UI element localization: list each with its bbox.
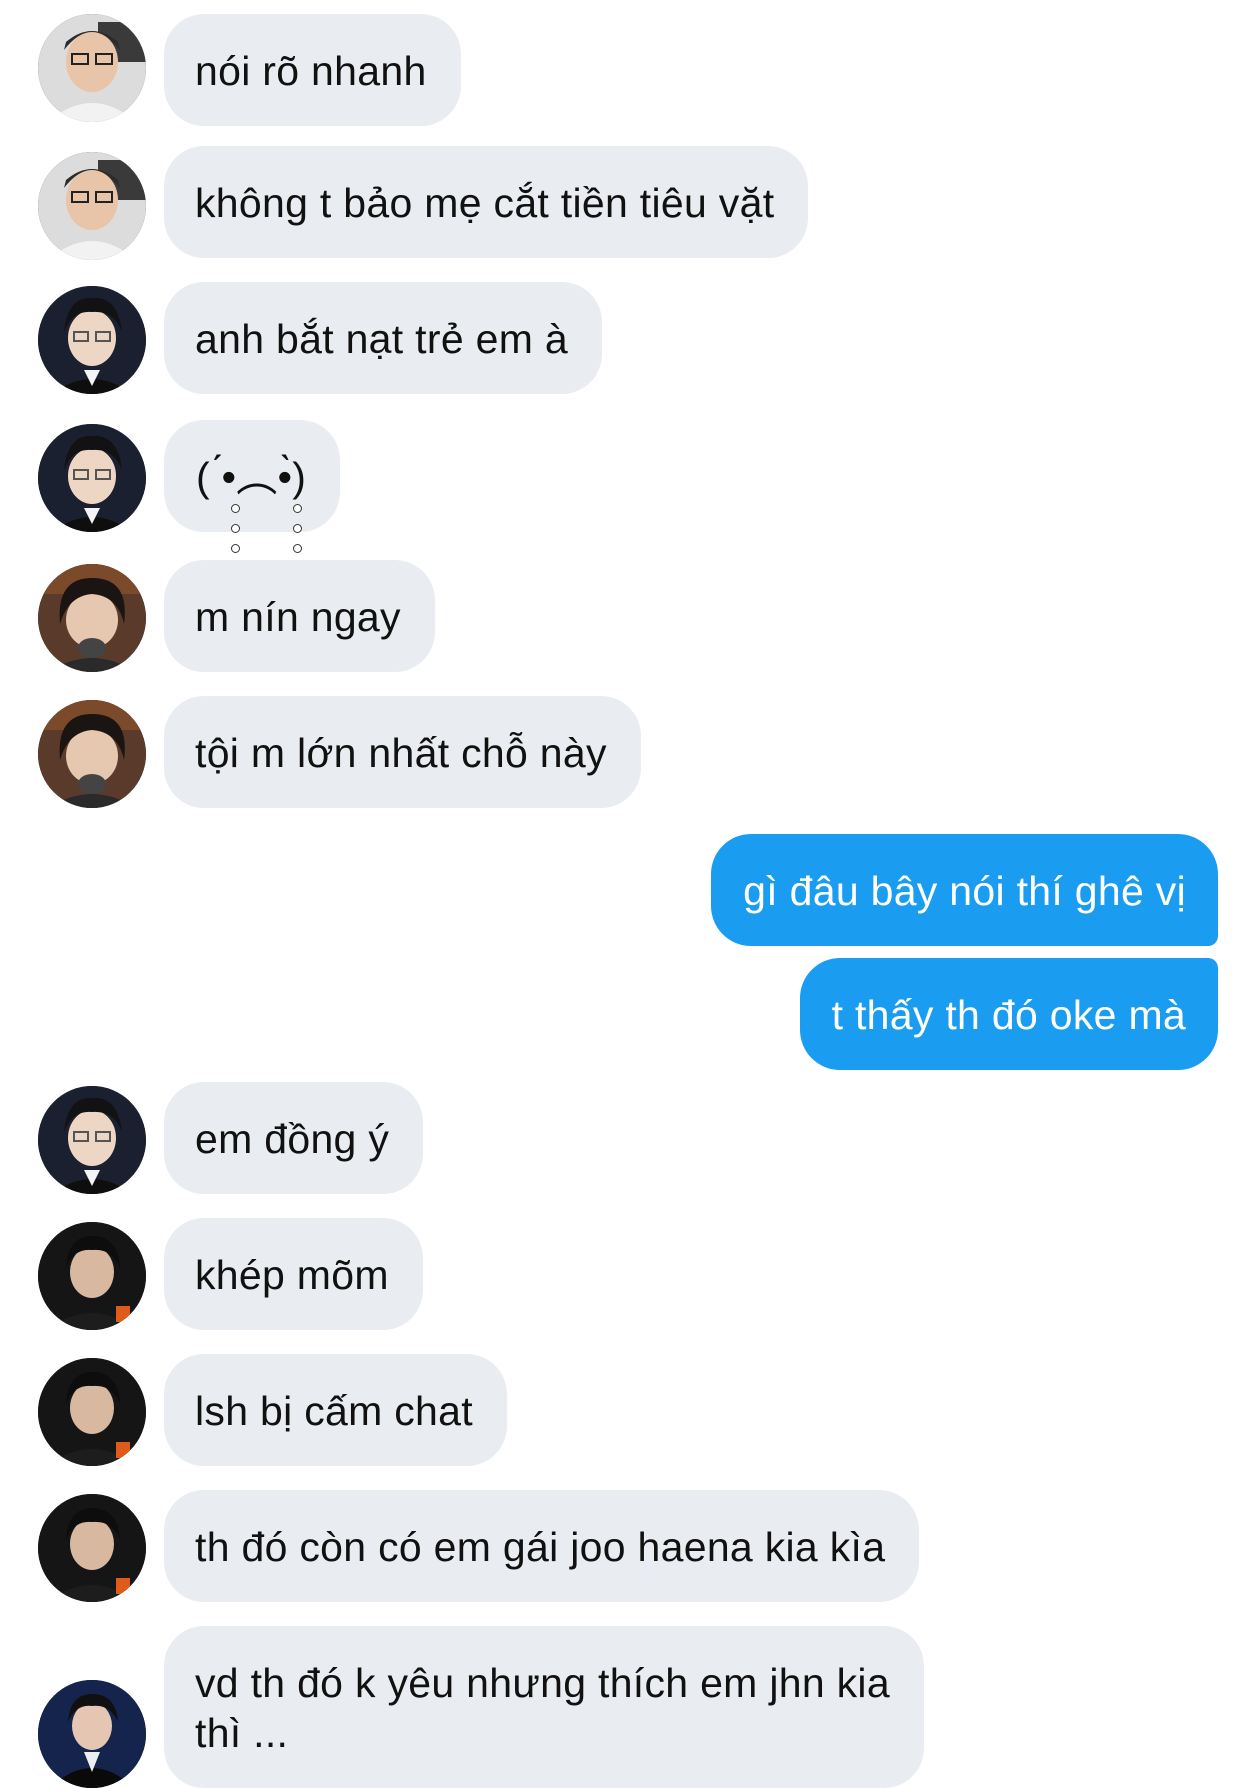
incoming-message-bubble[interactable]: anh bắt nạt trẻ em à <box>164 282 602 394</box>
avatar-a[interactable] <box>38 14 146 122</box>
avatar-b[interactable] <box>38 286 146 394</box>
avatar-e[interactable] <box>38 1680 146 1788</box>
avatar-c[interactable] <box>38 700 146 808</box>
avatar-d[interactable] <box>38 1222 146 1330</box>
incoming-message-bubble[interactable]: không t bảo mẹ cắt tiền tiêu vặt <box>164 146 809 258</box>
incoming-message-bubble[interactable]: m nín ngay <box>164 560 435 672</box>
avatar-d[interactable] <box>38 1358 146 1466</box>
incoming-message-bubble[interactable]: nói rõ nhanh <box>164 14 461 126</box>
incoming-message-bubble[interactable]: em đồng ý <box>164 1082 424 1194</box>
avatar-a[interactable] <box>38 152 146 260</box>
avatar-d[interactable] <box>38 1494 146 1602</box>
incoming-emoticon-bubble[interactable]: ( ́•︵•̀) <box>164 420 341 532</box>
avatar-b[interactable] <box>38 1086 146 1194</box>
outgoing-message-bubble[interactable]: gì đâu bây nói thí ghê vị <box>711 834 1218 946</box>
incoming-message-bubble[interactable]: khép mõm <box>164 1218 423 1330</box>
avatar-c[interactable] <box>38 564 146 672</box>
incoming-message-bubble[interactable]: th đó còn có em gái joo haena kia kìa <box>164 1490 920 1602</box>
avatar-b[interactable] <box>38 424 146 532</box>
incoming-message-bubble[interactable]: vd th đó k yêu nhưng thích em jhn kia th… <box>164 1626 924 1788</box>
outgoing-message-bubble[interactable]: t thấy th đó oke mà <box>799 958 1218 1070</box>
incoming-message-bubble[interactable]: tội m lớn nhất chỗ này <box>164 696 641 808</box>
incoming-message-bubble[interactable]: lsh bị cấm chat <box>164 1354 507 1466</box>
